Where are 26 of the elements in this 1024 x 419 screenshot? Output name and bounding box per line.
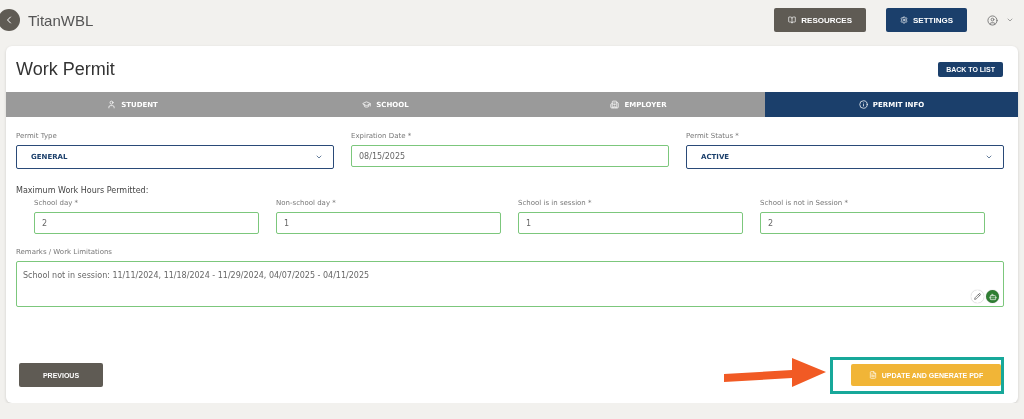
pencil-icon[interactable] bbox=[971, 290, 984, 303]
back-button[interactable] bbox=[0, 9, 20, 31]
textarea-field[interactable]: School not in session: 11/11/2024, 11/18/2024 - 11/29/2024, 04/07/2025 - 04/11/2025 bbox=[16, 261, 1004, 307]
user-icon[interactable] bbox=[987, 14, 998, 26]
remarks-text: School not in session: 11/11/2024, 11/18/2024 - 11/29/2024, 04/07/2025 - 04/11/2025 bbox=[23, 271, 370, 280]
input-field[interactable]: 2 bbox=[760, 212, 985, 234]
input-field[interactable]: 1 bbox=[518, 212, 743, 234]
input-field[interactable]: 08/15/2025 bbox=[351, 145, 669, 167]
settings-icon bbox=[900, 16, 908, 24]
caret-icon[interactable] bbox=[1006, 16, 1014, 24]
person-icon bbox=[107, 100, 117, 109]
app-title: TitanWBL bbox=[28, 11, 94, 29]
building-icon bbox=[610, 100, 620, 109]
page-title: Work Permit bbox=[16, 58, 115, 80]
graduation-cap-icon bbox=[362, 100, 372, 109]
document-icon bbox=[868, 371, 877, 379]
book-icon bbox=[788, 16, 797, 24]
caret-icon bbox=[985, 153, 993, 161]
input-field[interactable]: 2 bbox=[34, 212, 259, 234]
info-icon bbox=[858, 100, 868, 109]
section-heading: Maximum Work Hours Permitted: bbox=[15, 186, 150, 195]
input-field[interactable]: 1 bbox=[276, 212, 501, 234]
caret-icon bbox=[315, 153, 323, 161]
robot-icon[interactable] bbox=[986, 290, 999, 303]
resources-button[interactable]: RESOURCES bbox=[774, 8, 866, 32]
settings-button[interactable]: SETTINGS bbox=[886, 8, 967, 32]
